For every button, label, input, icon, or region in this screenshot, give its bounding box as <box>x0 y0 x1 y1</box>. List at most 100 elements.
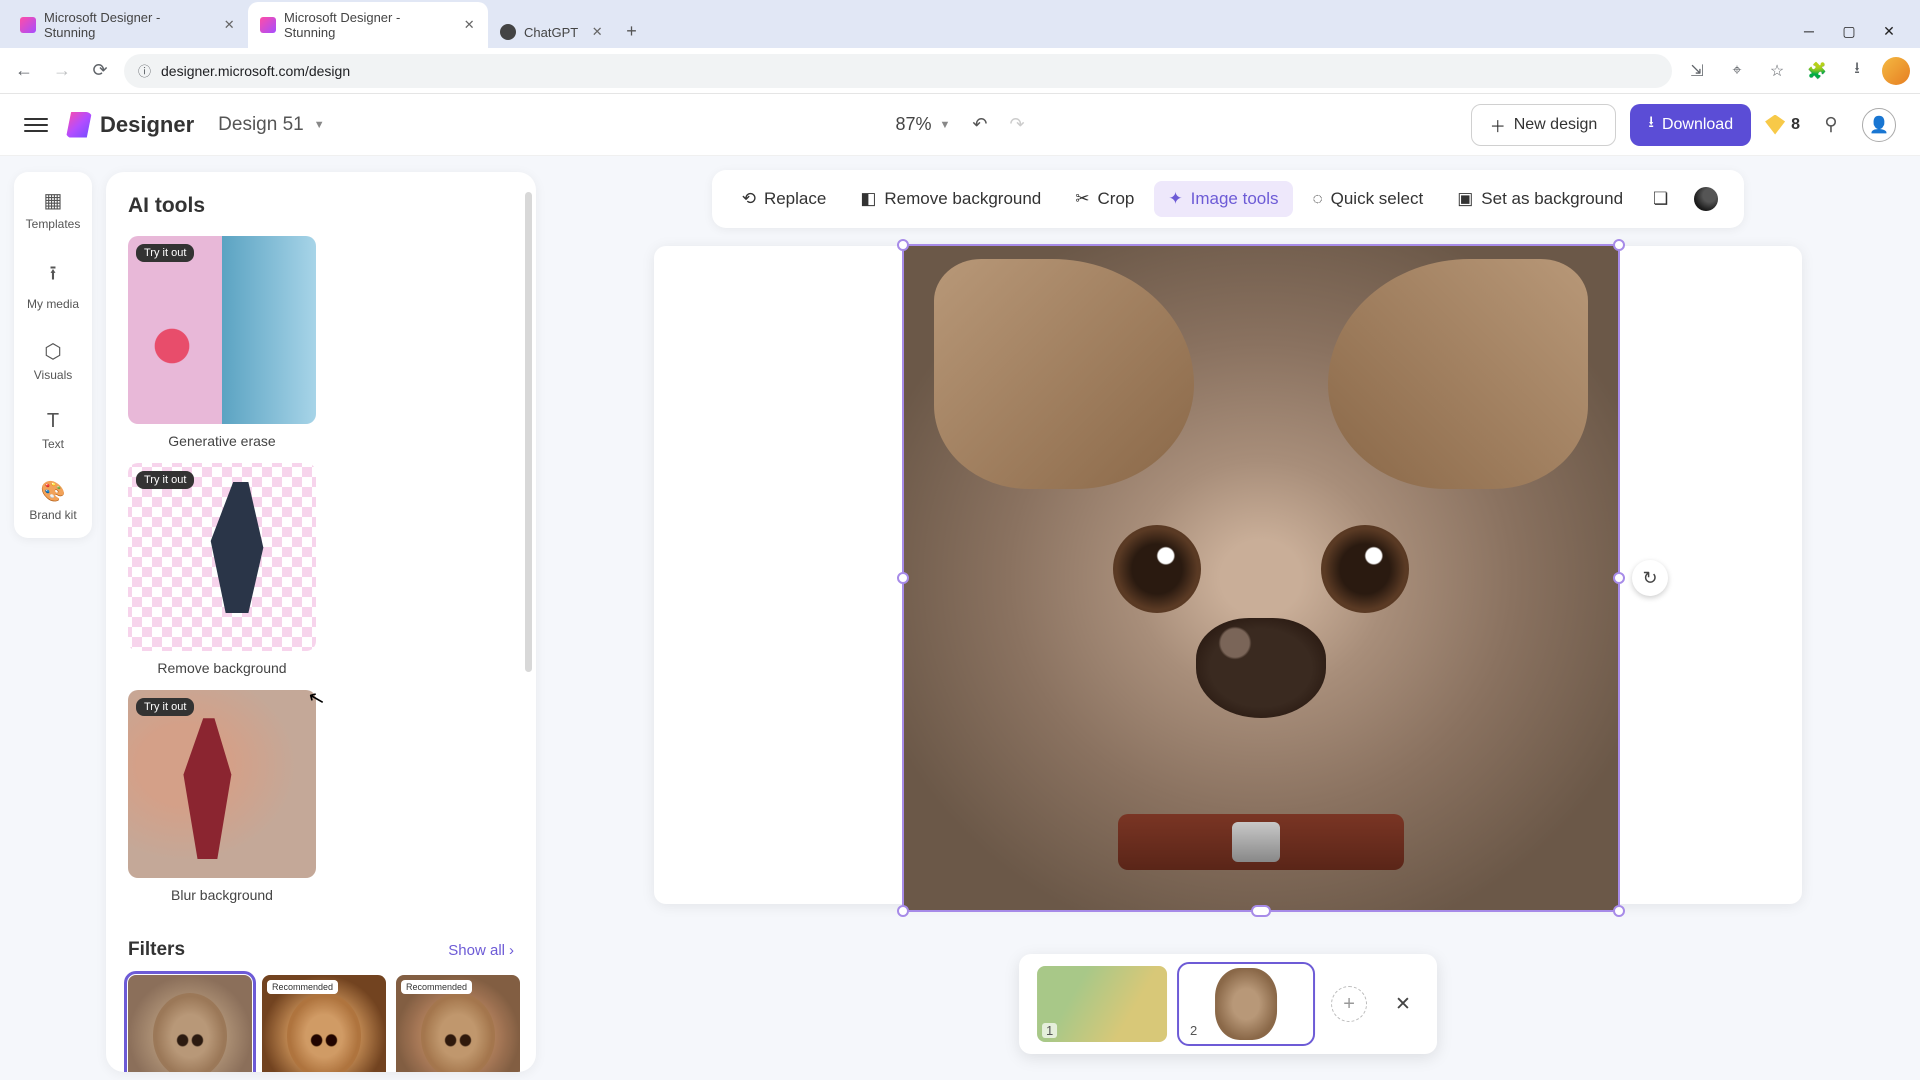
resize-handle[interactable] <box>897 239 909 251</box>
palette-icon: 🎨 <box>41 479 66 504</box>
design-name-text: Design 51 <box>218 114 304 136</box>
ai-tool-thumb[interactable]: Try it out <box>128 236 316 424</box>
browser-tab[interactable]: ChatGPT ✕ <box>488 16 616 48</box>
zoom-control[interactable]: 87% ▼ <box>895 114 950 135</box>
left-iconbar: ▦ Templates ⭱ My media ⬡ Visuals T Text … <box>14 172 92 538</box>
resize-handle[interactable] <box>1251 905 1271 917</box>
install-app-icon[interactable]: ⇲ <box>1682 56 1712 86</box>
window-controls: ─ ▢ ✕ <box>1786 15 1912 48</box>
new-tab-button[interactable]: + <box>616 15 647 48</box>
filter-thumb[interactable] <box>128 975 252 1072</box>
downloads-icon[interactable]: ⭳ <box>1842 56 1872 86</box>
page-thumbnail-2[interactable]: 2 <box>1181 966 1311 1042</box>
thumb-graphic <box>1215 968 1277 1040</box>
image-toolbar: ⟲ Replace ◧ Remove background ✂ Crop ✦ I… <box>712 170 1745 228</box>
header-center: 87% ▼ ↶ ↷ <box>895 114 1024 135</box>
download-button[interactable]: ⭳ Download <box>1630 104 1751 146</box>
iconbar-my-media[interactable]: ⭱ My media <box>14 255 92 315</box>
filter-row: Normal Recommended Punch Recommended Liv… <box>128 975 514 1072</box>
canvas-image[interactable] <box>904 246 1618 910</box>
url-actions: ⇲ ⌖ ☆ 🧩 ⭳ <box>1682 56 1910 86</box>
layers-button[interactable]: ❏ <box>1643 181 1678 217</box>
bookmark-icon[interactable]: ☆ <box>1762 56 1792 86</box>
layers-icon: ❏ <box>1653 189 1668 209</box>
share-button[interactable]: ⚲ <box>1814 108 1848 142</box>
replace-button[interactable]: ⟲ Replace <box>728 181 841 217</box>
try-it-out-badge: Try it out <box>136 471 194 489</box>
image-graphic <box>1113 525 1201 613</box>
resize-handle[interactable] <box>1613 905 1625 917</box>
add-page-button[interactable]: + <box>1331 986 1367 1022</box>
extensions-icon[interactable]: 🧩 <box>1802 56 1832 86</box>
translate-icon[interactable]: ⌖ <box>1722 56 1752 86</box>
address-bar[interactable]: ⓘ designer.microsoft.com/design <box>124 54 1672 88</box>
ai-tool-thumb[interactable]: Try it out <box>128 463 316 651</box>
header-right: ＋ New design ⭳ Download 8 ⚲ 👤 <box>1471 104 1896 146</box>
new-design-button[interactable]: ＋ New design <box>1471 104 1617 146</box>
resize-handle[interactable] <box>1613 239 1625 251</box>
filter-normal: Normal <box>128 975 252 1072</box>
thumb-graphic <box>421 993 495 1072</box>
reload-button[interactable]: ⟳ <box>86 57 114 85</box>
show-all-button[interactable]: Show all › <box>448 942 514 959</box>
filter-thumb[interactable]: Recommended <box>262 975 386 1072</box>
close-icon[interactable]: ✕ <box>462 18 476 32</box>
redo-button[interactable]: ↷ <box>1009 114 1024 135</box>
maximize-button[interactable]: ▢ <box>1840 23 1858 40</box>
show-all-label: Show all <box>448 942 505 959</box>
design-name-dropdown[interactable]: Design 51 ▼ <box>218 114 324 136</box>
quick-select-button[interactable]: ◌ Quick select <box>1299 181 1438 217</box>
remove-background-button[interactable]: ◧ Remove background <box>846 181 1055 217</box>
image-selection[interactable]: ↻ <box>902 244 1620 912</box>
zoom-value: 87% <box>895 114 931 135</box>
iconbar-text[interactable]: T Text <box>14 406 92 455</box>
url-bar: ← → ⟳ ⓘ designer.microsoft.com/design ⇲ … <box>0 48 1920 94</box>
image-graphic <box>1321 525 1409 613</box>
favicon-designer-icon <box>260 17 276 33</box>
crop-button[interactable]: ✂ Crop <box>1061 181 1148 217</box>
iconbar-visuals[interactable]: ⬡ Visuals <box>14 335 92 386</box>
resize-handle[interactable] <box>897 905 909 917</box>
credits-badge[interactable]: 8 <box>1765 115 1800 135</box>
canvas-frame[interactable]: ↻ <box>654 246 1802 904</box>
account-button[interactable]: 👤 <box>1862 108 1896 142</box>
person-icon: 👤 <box>1869 115 1889 135</box>
resize-handle[interactable] <box>1613 572 1625 584</box>
rotate-handle[interactable]: ↻ <box>1632 560 1668 596</box>
recommended-badge: Recommended <box>267 980 338 994</box>
thumb-graphic <box>203 482 278 614</box>
iconbar-label: Visuals <box>34 368 72 382</box>
iconbar-templates[interactable]: ▦ Templates <box>14 184 92 235</box>
iconbar-brand-kit[interactable]: 🎨 Brand kit <box>14 475 92 526</box>
brand[interactable]: Designer <box>66 112 194 138</box>
sparkle-icon: ✦ <box>1168 189 1182 209</box>
close-window-button[interactable]: ✕ <box>1880 23 1898 40</box>
page-number: 2 <box>1186 1023 1201 1038</box>
browser-tab[interactable]: Microsoft Designer - Stunning ✕ <box>8 2 248 48</box>
ai-tool-thumb[interactable]: Try it out <box>128 690 316 878</box>
menu-button[interactable] <box>24 113 48 137</box>
credits-value: 8 <box>1791 116 1800 134</box>
image-tools-button[interactable]: ✦ Image tools <box>1154 181 1292 217</box>
color-button[interactable] <box>1684 179 1728 219</box>
forward-button[interactable]: → <box>48 57 76 85</box>
chevron-right-icon: › <box>509 942 514 959</box>
browser-tab-active[interactable]: Microsoft Designer - Stunning ✕ <box>248 2 488 48</box>
site-info-icon[interactable]: ⓘ <box>138 61 151 80</box>
close-icon[interactable]: ✕ <box>590 25 604 39</box>
filter-thumb[interactable]: Recommended <box>396 975 520 1072</box>
page-thumbnail-1[interactable]: 1 <box>1037 966 1167 1042</box>
minimize-button[interactable]: ─ <box>1800 23 1818 40</box>
back-button[interactable]: ← <box>10 57 38 85</box>
profile-avatar[interactable] <box>1882 57 1910 85</box>
app-header: Designer Design 51 ▼ 87% ▼ ↶ ↷ ＋ New des… <box>0 94 1920 156</box>
ai-tool-label: Generative erase <box>128 433 316 449</box>
resize-handle[interactable] <box>897 572 909 584</box>
thumb-graphic <box>147 321 197 371</box>
undo-button[interactable]: ↶ <box>972 114 987 135</box>
scrollbar[interactable] <box>525 192 532 672</box>
close-icon[interactable]: ✕ <box>222 18 236 32</box>
set-as-background-button[interactable]: ▣ Set as background <box>1443 181 1637 217</box>
close-tray-button[interactable]: ✕ <box>1387 989 1419 1020</box>
ai-tool-label: Remove background <box>128 660 316 676</box>
